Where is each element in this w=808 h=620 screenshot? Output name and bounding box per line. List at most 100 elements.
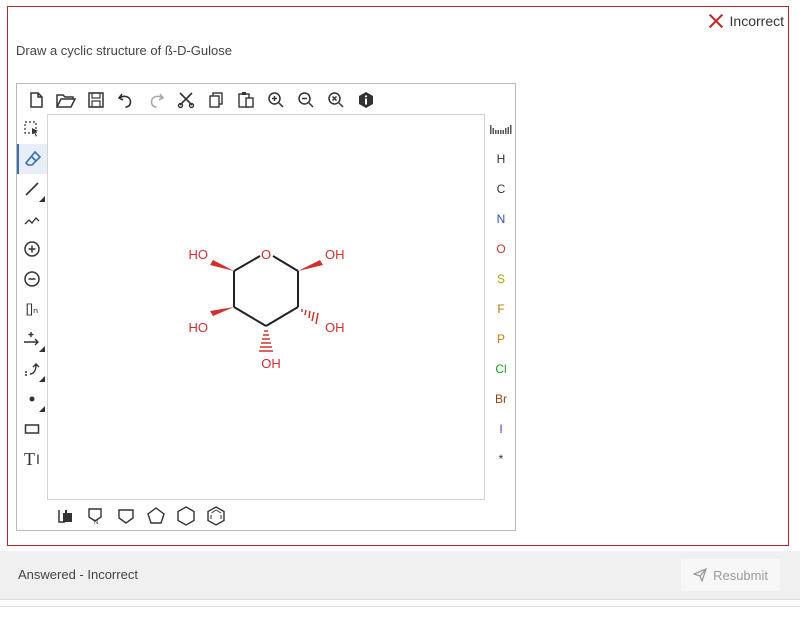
element-button[interactable]: Br [487,384,515,414]
grade-status: Incorrect [708,13,784,29]
element-list: H C N O S F P Cl Br I * [487,144,515,474]
drawing-canvas[interactable]: O HO OH HO OH OH [47,114,485,500]
reaction-arrow-tool[interactable] [17,324,47,354]
hash-bond-right [301,309,319,325]
charge-plus-tool[interactable] [17,234,47,264]
save-icon [88,92,104,108]
element-button[interactable]: C [487,174,515,204]
zoom-in-icon [268,92,284,108]
chain-icon [24,217,40,225]
bond [233,306,267,327]
element-button[interactable]: P [487,324,515,354]
text-tool[interactable]: TI [17,444,47,474]
save-button[interactable] [81,86,111,114]
element-button[interactable]: * [487,444,515,474]
single-bond-tool[interactable] [17,174,47,204]
zoom-out-button[interactable] [291,86,321,114]
square-ring-icon [118,509,134,524]
hydroxyl-label: HO [189,247,209,262]
element-button[interactable]: S [487,264,515,294]
reaction-mapping-tool[interactable] [17,354,47,384]
wedge-bond [210,307,234,316]
benzene-icon [207,506,225,526]
cyclohexane-template[interactable] [171,502,201,530]
svg-text:N: N [94,520,98,525]
copy-button[interactable] [201,86,231,114]
periodic-table-button[interactable] [487,114,515,144]
right-toolbar: H C N O S F P Cl Br I * [487,114,515,474]
benzene-template[interactable] [201,502,231,530]
cyclopentane-template[interactable] [141,502,171,530]
redo-button[interactable] [141,86,171,114]
question-card: Incorrect Draw a cyclic structure of ß-D… [7,6,789,546]
template-library-button[interactable] [51,502,81,530]
erase-tool[interactable] [17,144,47,174]
top-toolbar [21,86,381,114]
hydroxyl-label: OH [261,356,281,371]
close-icon [708,13,724,29]
rgroup-tool[interactable] [17,384,47,414]
answer-footer: Answered - Incorrect Resubmit [0,551,800,600]
folder-open-icon [55,94,77,108]
charge-minus-tool[interactable] [17,264,47,294]
shape-tool[interactable] [17,414,47,444]
clear-zoom-button[interactable] [321,86,351,114]
eraser-icon [24,150,42,166]
hydroxyl-label: HO [189,320,209,335]
resubmit-button[interactable]: Resubmit [681,559,780,591]
template-library-icon [58,510,72,523]
bond [272,255,299,272]
element-button[interactable]: N [487,204,515,234]
cut-button[interactable] [171,86,201,114]
status-label: Incorrect [729,13,784,29]
hexagon-icon [177,506,195,526]
cyclobutane-template[interactable] [111,502,141,530]
left-toolbar: []ₙ TI [17,114,47,474]
element-button[interactable]: F [487,294,515,324]
undo-button[interactable] [111,86,141,114]
resubmit-label: Resubmit [713,567,768,583]
element-button[interactable]: H [487,144,515,174]
wedge-bond [210,260,234,271]
element-button[interactable]: O [487,234,515,264]
zoom-in-button[interactable] [261,86,291,114]
wedge-bond [298,260,323,271]
periodic-table-icon [490,125,512,134]
text-icon: T [24,448,36,469]
redo-icon [150,93,165,108]
paste-button[interactable] [231,86,261,114]
functional-group-icon: N [88,508,102,525]
open-button[interactable] [51,86,81,114]
bond [233,255,261,272]
chain-tool[interactable] [17,204,47,234]
hash-bond-bottom [259,330,273,352]
paper-plane-icon [693,568,708,582]
zoom-reset-icon [328,92,344,108]
functional-groups-button[interactable]: N [81,502,111,530]
bond [265,306,299,327]
element-button[interactable]: I [487,414,515,444]
hydroxyl-label: OH [325,320,345,335]
new-document-icon [30,92,43,108]
molecule-drawing: O HO OH HO OH OH [189,247,345,371]
zoom-out-icon [298,92,314,108]
sgroup-tool[interactable]: []ₙ [17,294,47,324]
select-tool[interactable] [17,114,47,144]
element-button[interactable]: Cl [487,354,515,384]
minus-circle-icon [24,271,40,287]
info-icon [359,92,373,108]
pentagon-icon [147,507,165,524]
ketcher-editor: []ₙ TI O HO OH HO OH OH H C N O S F P Cl… [16,83,516,531]
paste-icon [238,92,254,108]
lasso-select-icon [24,121,38,137]
sgroup-label: []ₙ [25,301,39,316]
ring-oxygen-label: O [261,247,271,262]
bottom-toolbar: N [51,502,231,530]
copy-icon [209,92,223,108]
ring-bonds [233,255,299,327]
about-button[interactable] [351,86,381,114]
answer-status: Answered - Incorrect [18,567,138,582]
undo-icon [117,93,132,108]
new-document-button[interactable] [21,86,51,114]
question-text: Draw a cyclic structure of ß-D-Gulose [16,43,232,58]
